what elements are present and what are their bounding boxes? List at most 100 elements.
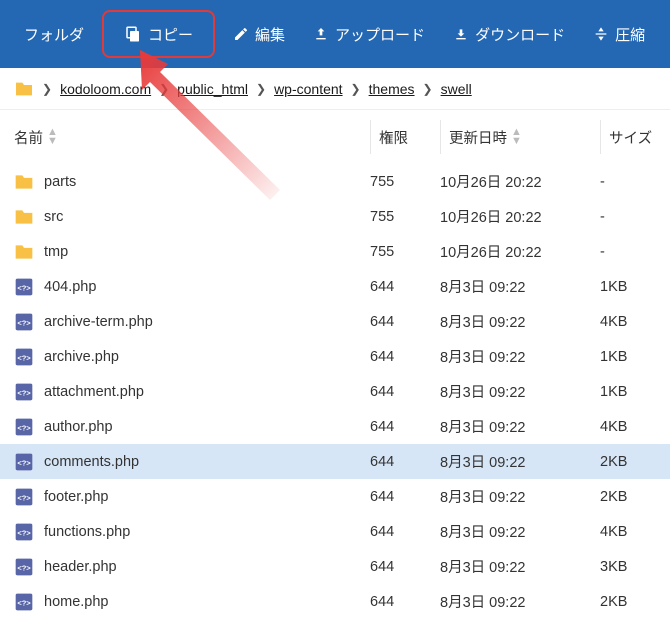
- file-table: 名前 ▲▼ 権限 更新日時 ▲▼ サイズ parts75510月26日 20:2…: [0, 110, 670, 619]
- name-cell: <?>functions.php: [14, 523, 370, 541]
- folder-button[interactable]: フォルダ: [4, 16, 98, 52]
- perm-cell: 644: [370, 594, 440, 610]
- copy-button[interactable]: コピー: [102, 10, 215, 58]
- size-cell: 1KB: [600, 384, 670, 400]
- perm-cell: 644: [370, 279, 440, 295]
- svg-text:<?>: <?>: [17, 493, 31, 502]
- perm-cell: 644: [370, 489, 440, 505]
- name-cell: <?> header.php: [14, 558, 370, 576]
- name-cell: <?>home.php: [14, 593, 370, 611]
- perm-cell: 644: [370, 559, 440, 575]
- table-row[interactable]: <?>footer.php6448月3日 09:222KB: [0, 479, 670, 514]
- breadcrumb-separator: ❯: [42, 82, 52, 96]
- perm-cell: 644: [370, 524, 440, 540]
- folder-button-label: フォルダ: [24, 24, 84, 45]
- name-cell: <?> 404.php: [14, 278, 370, 296]
- pencil-icon: [233, 26, 249, 42]
- date-cell: 10月26日 20:22: [440, 171, 600, 192]
- file-name: parts: [44, 174, 76, 190]
- table-row[interactable]: parts75510月26日 20:22-: [0, 164, 670, 199]
- perm-cell: 755: [370, 209, 440, 225]
- name-cell: <?>archive-term.php: [14, 313, 370, 331]
- breadcrumb-item[interactable]: wp-content: [274, 81, 342, 97]
- svg-text:<?>: <?>: [17, 318, 31, 327]
- column-size[interactable]: サイズ: [600, 120, 670, 154]
- file-name: src: [44, 209, 63, 225]
- size-cell: 2KB: [600, 489, 670, 505]
- size-cell: 2KB: [600, 594, 670, 610]
- breadcrumb-separator: ❯: [159, 82, 169, 96]
- size-cell: 4KB: [600, 524, 670, 540]
- column-name-label: 名前: [14, 127, 43, 148]
- column-size-label: サイズ: [609, 127, 652, 148]
- edit-button-label: 編集: [255, 24, 285, 45]
- file-name: 404.php: [44, 279, 96, 295]
- php-file-icon: <?>: [14, 558, 34, 576]
- compress-icon: [593, 26, 609, 42]
- breadcrumb-item[interactable]: swell: [441, 81, 472, 97]
- date-cell: 10月26日 20:22: [440, 206, 600, 227]
- date-cell: 8月3日 09:22: [440, 416, 600, 437]
- name-cell: tmp: [14, 243, 370, 261]
- table-row[interactable]: <?>home.php6448月3日 09:222KB: [0, 584, 670, 619]
- table-row[interactable]: <?>header.php6448月3日 09:223KB: [0, 549, 670, 584]
- toolbar: フォルダ コピー 編集 アップロード ダウンロード 圧縮: [0, 0, 670, 68]
- perm-cell: 644: [370, 349, 440, 365]
- compress-button[interactable]: 圧縮: [579, 16, 659, 52]
- date-cell: 10月26日 20:22: [440, 241, 600, 262]
- php-file-icon: <?>: [14, 278, 34, 296]
- date-cell: 8月3日 09:22: [440, 451, 600, 472]
- date-cell: 8月3日 09:22: [440, 381, 600, 402]
- breadcrumb-separator: ❯: [256, 82, 266, 96]
- file-name: author.php: [44, 419, 113, 435]
- table-row[interactable]: src 75510月26日 20:22-: [0, 199, 670, 234]
- column-perm[interactable]: 権限: [370, 120, 440, 154]
- file-name: tmp: [44, 244, 68, 260]
- date-cell: 8月3日 09:22: [440, 311, 600, 332]
- copy-button-label: コピー: [148, 24, 193, 45]
- name-cell: <?> footer.php: [14, 488, 370, 506]
- sort-icon: ▲▼: [47, 128, 58, 146]
- size-cell: -: [600, 174, 670, 190]
- file-name: comments.php: [44, 454, 139, 470]
- table-row[interactable]: <?>archive.php6448月3日 09:221KB: [0, 339, 670, 374]
- upload-button[interactable]: アップロード: [299, 16, 439, 52]
- size-cell: -: [600, 209, 670, 225]
- php-file-icon: <?>: [14, 383, 34, 401]
- breadcrumb-item[interactable]: public_html: [177, 81, 248, 97]
- svg-text:<?>: <?>: [17, 283, 31, 292]
- edit-button[interactable]: 編集: [219, 16, 299, 52]
- name-cell: <?>archive.php: [14, 348, 370, 366]
- file-name: footer.php: [44, 489, 109, 505]
- table-row[interactable]: tmp75510月26日 20:22-: [0, 234, 670, 269]
- php-file-icon: <?>: [14, 348, 34, 366]
- upload-button-label: アップロード: [335, 24, 425, 45]
- table-row[interactable]: <?>archive-term.php6448月3日 09:224KB: [0, 304, 670, 339]
- breadcrumb-item[interactable]: themes: [369, 81, 415, 97]
- size-cell: 4KB: [600, 314, 670, 330]
- svg-text:<?>: <?>: [17, 598, 31, 607]
- folder-icon: [14, 243, 34, 261]
- table-row[interactable]: <?>functions.php6448月3日 09:224KB: [0, 514, 670, 549]
- breadcrumb-separator: ❯: [351, 82, 361, 96]
- column-perm-label: 権限: [379, 127, 408, 148]
- name-cell: <?>attachment.php: [14, 383, 370, 401]
- column-name[interactable]: 名前 ▲▼: [14, 120, 370, 154]
- table-row[interactable]: <?>attachment.php6448月3日 09:221KB: [0, 374, 670, 409]
- name-cell: <?>comments.php: [14, 453, 370, 471]
- table-row[interactable]: <?>404.php6448月3日 09:221KB: [0, 269, 670, 304]
- download-button[interactable]: ダウンロード: [439, 16, 579, 52]
- size-cell: 2KB: [600, 454, 670, 470]
- file-name: header.php: [44, 559, 117, 575]
- php-file-icon: <?>: [14, 523, 34, 541]
- name-cell: parts: [14, 173, 370, 191]
- date-cell: 8月3日 09:22: [440, 346, 600, 367]
- download-button-label: ダウンロード: [475, 24, 565, 45]
- perm-cell: 644: [370, 454, 440, 470]
- table-row[interactable]: <?>author.php6448月3日 09:224KB: [0, 409, 670, 444]
- column-date[interactable]: 更新日時 ▲▼: [440, 120, 600, 154]
- home-folder-icon[interactable]: [14, 81, 34, 97]
- table-row[interactable]: <?>comments.php6448月3日 09:222KB: [0, 444, 670, 479]
- column-date-label: 更新日時: [449, 127, 507, 148]
- breadcrumb-item[interactable]: kodoloom.com: [60, 81, 151, 97]
